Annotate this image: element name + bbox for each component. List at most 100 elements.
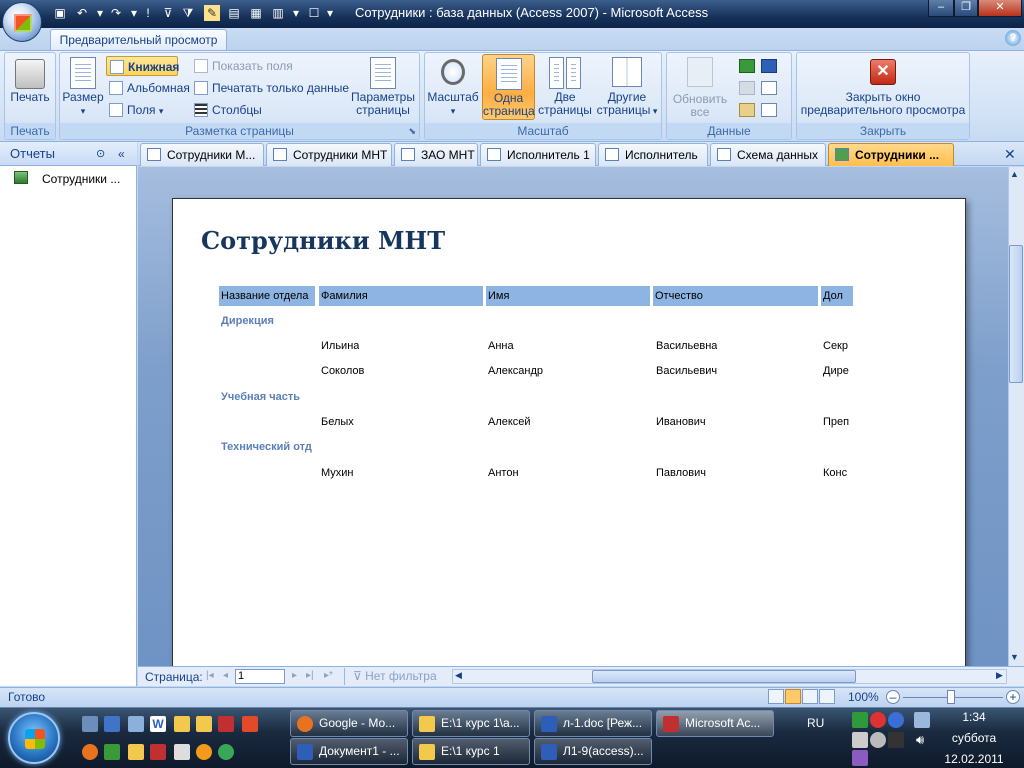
report-view-icon[interactable] [768,689,784,704]
scroll-left-icon[interactable]: ◀ [455,670,462,681]
help-icon[interactable]: ? [1005,30,1021,46]
network-icon[interactable] [914,712,930,728]
margins-button[interactable]: Поля ▾ [109,100,163,120]
two-pages-button[interactable]: Две страницы [537,57,593,117]
more-export-icon[interactable] [761,103,777,117]
tray-icon[interactable] [852,712,868,728]
undo-dropdown-icon[interactable]: ▾ [92,5,108,21]
taskbar-access[interactable]: Microsoft Ac... [656,710,774,737]
access-icon[interactable] [218,716,234,732]
volume-icon[interactable]: 🔊︎ [916,732,924,748]
close-window-button[interactable]: ✕ [978,0,1022,17]
taskbar-firefox[interactable]: Google - Мо... [290,710,408,737]
word-icon[interactable]: W [150,716,166,732]
app-icon[interactable] [196,744,212,760]
doc-tab-7-active[interactable]: Сотрудники ... [828,143,954,166]
customize-qat-icon[interactable]: ▾ [322,5,338,21]
vertical-scroll-thumb[interactable] [1009,245,1023,383]
next-page-icon[interactable]: ▸ [292,670,297,681]
folder-icon[interactable] [196,716,212,732]
app-icon[interactable] [150,744,166,760]
doc-tab-5[interactable]: Исполнитель [598,143,708,166]
nav-dropdown-icon[interactable]: ⊙ [96,142,105,166]
media-icon[interactable] [128,716,144,732]
excel-export-icon[interactable] [739,59,755,73]
undo-icon[interactable]: ↶ [74,5,90,21]
prev-page-icon[interactable]: ◂ [223,670,228,681]
nav-item-report[interactable]: Сотрудники ... [42,172,120,186]
close-tab-icon[interactable]: ✕ [1004,146,1016,163]
office-button[interactable] [2,2,42,42]
save-icon[interactable]: ▣ [52,5,68,21]
form-icon[interactable]: ▤ [226,5,242,21]
size-button[interactable]: Размер ▾ [62,57,104,118]
app-icon[interactable] [218,744,234,760]
tray-icon[interactable] [870,732,886,748]
sharepoint-export-icon[interactable] [739,81,755,95]
layout-view-icon[interactable] [802,689,818,704]
paint-icon[interactable] [128,744,144,760]
doc-tab-2[interactable]: Сотрудники МНТ [266,143,392,166]
print-button[interactable]: Печать [7,57,53,104]
taskbar-explorer-2[interactable]: E:\1 курс 1 [412,738,530,765]
doc-tab-6[interactable]: Схема данных [710,143,826,166]
zoom-slider-thumb[interactable] [947,690,955,704]
first-page-icon[interactable]: |◂ [206,670,214,681]
datasheet-icon[interactable]: ▥ [270,5,286,21]
zoom-out-icon[interactable]: – [886,690,900,704]
refresh-all-button[interactable]: Обновить все [669,57,731,119]
portrait-button[interactable]: Книжная [106,56,179,76]
minimize-button[interactable]: – [928,0,954,17]
toggle-filter-icon[interactable]: ⧩ [180,5,196,21]
checkbox-icon[interactable]: ☐ [306,5,322,21]
zoom-button[interactable]: Масштаб ▾ [427,57,479,118]
doc-tab-3[interactable]: ЗАО МНТ [394,143,478,166]
desktop-icon[interactable] [104,716,120,732]
tab-print-preview[interactable]: Предварительный просмотр [50,29,227,51]
word-export-icon[interactable] [761,59,777,73]
scroll-up-icon[interactable]: ▲ [1010,169,1019,179]
tray-icon[interactable] [852,732,868,748]
table-icon[interactable]: ▦ [248,5,264,21]
email-icon[interactable] [739,103,755,117]
clock-date[interactable]: 12.02.2011 [942,752,1006,766]
close-preview-button[interactable]: ✕ Закрыть окно предварительного просмотра [799,59,967,117]
folder-icon[interactable] [174,716,190,732]
tray-icon[interactable] [852,750,868,766]
design-view-icon[interactable]: ✎ [204,5,220,21]
text-export-icon[interactable] [761,81,777,95]
taskbar-word-doc[interactable]: л-1.doc [Реж... [534,710,652,737]
more-pages-button[interactable]: Другие страницы ▾ [595,57,659,118]
start-button[interactable] [8,712,60,764]
doc-tab-1[interactable]: Сотрудники М... [140,143,264,166]
nav-pane-header[interactable]: Отчеты ⊙ « [0,142,137,166]
taskbar-word-doc1[interactable]: Документ1 - ... [290,738,408,765]
restore-button[interactable]: ❐ [954,0,978,17]
print-preview-view-icon[interactable] [785,689,801,704]
clock-day[interactable]: суббота [942,731,1006,745]
taskbar-explorer-1[interactable]: E:\1 курс 1\а... [412,710,530,737]
page-number-input[interactable]: 1 [235,669,285,684]
tray-icon[interactable] [888,712,904,728]
clock-time[interactable]: 1:34 [942,710,1006,724]
last-page-icon[interactable]: ▸| [306,670,314,681]
show-fields-checkbox[interactable]: Показать поля [194,56,293,76]
firefox-icon[interactable] [82,744,98,760]
datasheet-dropdown-icon[interactable]: ▾ [288,5,304,21]
design-view-status-icon[interactable] [819,689,835,704]
excel-icon[interactable] [104,744,120,760]
horizontal-scroll-thumb[interactable] [592,670,856,683]
app-icon[interactable] [242,716,258,732]
tray-icon[interactable] [870,712,886,728]
page-setup-button[interactable]: Параметры страницы [350,57,416,117]
taskbar-word-l19[interactable]: Л1-9(access)... [534,738,652,765]
exclamation-icon[interactable]: ! [140,5,156,21]
language-indicator[interactable]: RU [807,716,824,730]
filter-indicator[interactable]: ⊽ Нет фильтра [344,668,444,685]
dialog-launcher-icon[interactable]: ⬊ [408,123,416,139]
vertical-scrollbar[interactable] [1008,167,1024,666]
scroll-down-icon[interactable]: ▼ [1010,652,1019,662]
scroll-right-icon[interactable]: ▶ [996,670,1003,681]
doc-tab-4[interactable]: Исполнитель 1 [480,143,596,166]
print-data-only-checkbox[interactable]: Печатать только данные [194,78,349,98]
